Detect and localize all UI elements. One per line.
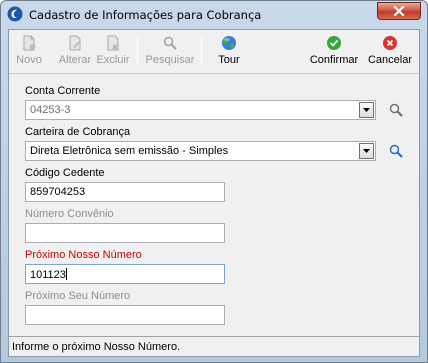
dialog-content: Novo Alterar Excluir Pesquisar Tour Conf… bbox=[8, 29, 420, 357]
conta-corrente-label: Conta Corrente bbox=[25, 85, 101, 97]
novo-label: Novo bbox=[16, 54, 42, 66]
toolbar-separator bbox=[137, 36, 138, 66]
proximo-nosso-numero-label: Próximo Nosso Número bbox=[25, 249, 142, 261]
pesquisar-label: Pesquisar bbox=[145, 54, 195, 66]
text-caret bbox=[65, 268, 67, 280]
excluir-label: Excluir bbox=[96, 54, 130, 66]
conta-corrente-search-icon[interactable] bbox=[388, 102, 404, 118]
pesquisar-button[interactable]: Pesquisar bbox=[145, 33, 195, 71]
app-logo-icon bbox=[7, 6, 23, 22]
status-message: Informe o próximo Nosso Número. bbox=[12, 341, 181, 353]
status-bar: Informe o próximo Nosso Número. bbox=[9, 336, 419, 356]
codigo-cedente-value: 859704253 bbox=[30, 186, 86, 198]
title-bar[interactable]: Cadastro de Informações para Cobrança bbox=[1, 1, 427, 27]
carteira-search-icon[interactable] bbox=[388, 143, 404, 159]
confirmar-button[interactable]: Confirmar bbox=[310, 33, 358, 71]
tour-button[interactable]: Tour bbox=[214, 33, 244, 71]
proximo-seu-numero-input[interactable] bbox=[25, 305, 225, 325]
codigo-cedente-input[interactable]: 859704253 bbox=[25, 182, 225, 202]
globe-icon bbox=[222, 36, 236, 50]
alterar-label: Alterar bbox=[58, 54, 92, 66]
novo-button[interactable]: Novo bbox=[15, 33, 43, 71]
delete-document-icon bbox=[107, 35, 119, 51]
conta-corrente-value: 04253-3 bbox=[30, 104, 71, 116]
toolbar-separator bbox=[201, 36, 202, 66]
carteira-dropdown-button[interactable] bbox=[359, 143, 374, 159]
tour-label: Tour bbox=[218, 54, 240, 66]
edit-document-icon bbox=[69, 35, 81, 51]
search-icon bbox=[163, 36, 177, 50]
cancelar-label: Cancelar bbox=[367, 54, 413, 66]
close-button[interactable] bbox=[377, 2, 421, 20]
chevron-down-icon bbox=[363, 108, 370, 112]
proximo-nosso-numero-input[interactable]: 101123 bbox=[25, 264, 225, 284]
confirmar-label: Confirmar bbox=[309, 54, 359, 66]
window-title: Cadastro de Informações para Cobrança bbox=[29, 8, 262, 22]
numero-convenio-input[interactable] bbox=[25, 223, 225, 243]
conta-corrente-select[interactable]: 04253-3 bbox=[25, 100, 376, 120]
confirm-check-icon bbox=[327, 36, 341, 50]
close-icon bbox=[393, 6, 405, 16]
carteira-value: Direta Eletrônica sem emissão - Simples bbox=[30, 145, 229, 157]
toolbar: Novo Alterar Excluir Pesquisar Tour Conf… bbox=[9, 30, 419, 74]
new-document-icon bbox=[23, 35, 36, 51]
proximo-seu-numero-label: Próximo Seu Número bbox=[25, 290, 131, 302]
cancelar-button[interactable]: Cancelar bbox=[368, 33, 412, 71]
carteira-label: Carteira de Cobrança bbox=[25, 126, 131, 138]
proximo-nosso-numero-value: 101123 bbox=[30, 269, 66, 281]
carteira-select[interactable]: Direta Eletrônica sem emissão - Simples bbox=[25, 141, 376, 161]
cancel-x-icon bbox=[383, 36, 397, 50]
chevron-down-icon bbox=[363, 149, 370, 153]
alterar-button[interactable]: Alterar bbox=[58, 33, 92, 71]
numero-convenio-label: Número Convênio bbox=[25, 208, 114, 220]
codigo-cedente-label: Código Cedente bbox=[25, 167, 105, 179]
excluir-button[interactable]: Excluir bbox=[96, 33, 130, 71]
dialog-window: Cadastro de Informações para Cobrança No… bbox=[0, 0, 428, 363]
conta-corrente-dropdown-button[interactable] bbox=[359, 102, 374, 118]
